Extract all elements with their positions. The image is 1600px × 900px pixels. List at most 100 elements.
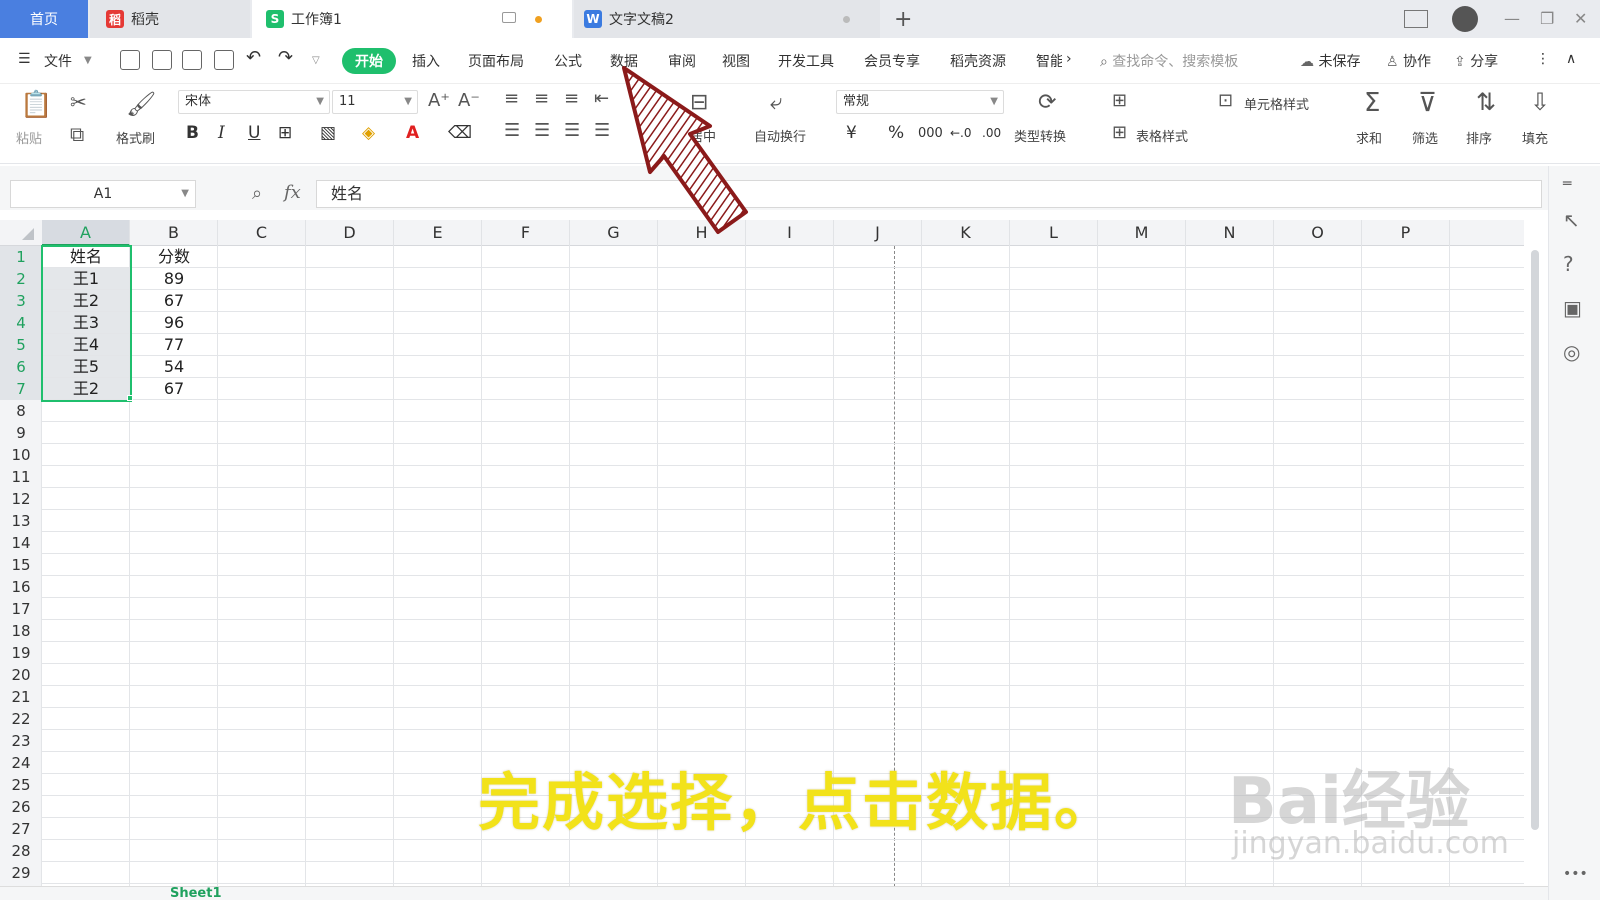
chevron-down-icon[interactable]: ▼ bbox=[84, 55, 92, 66]
tab-document[interactable]: W 文字文稿2 bbox=[574, 0, 880, 38]
align-middle-icon[interactable]: ≡ bbox=[534, 88, 549, 109]
unsaved-status[interactable]: ☁ 未保存 bbox=[1300, 51, 1360, 71]
column-header[interactable]: L bbox=[1010, 220, 1098, 246]
column-header[interactable]: M bbox=[1098, 220, 1186, 246]
restore-icon[interactable]: ❐ bbox=[1540, 9, 1554, 28]
more-icon[interactable]: ⋮ bbox=[1536, 51, 1550, 67]
more-dots-icon[interactable]: ••• bbox=[1563, 866, 1588, 882]
sort-icon[interactable]: ⇅ bbox=[1476, 88, 1496, 116]
row-header[interactable]: 22 bbox=[0, 708, 42, 730]
fill-button[interactable]: 填充 bbox=[1522, 128, 1548, 147]
row-header[interactable]: 17 bbox=[0, 598, 42, 620]
font-color-icon[interactable]: A bbox=[406, 123, 419, 143]
scroll-thumb[interactable] bbox=[1531, 250, 1539, 830]
location-icon[interactable]: ◎ bbox=[1563, 340, 1580, 364]
menu-developer[interactable]: 开发工具 bbox=[778, 51, 834, 71]
menu-insert[interactable]: 插入 bbox=[412, 51, 440, 71]
fx-button[interactable]: fx bbox=[284, 182, 301, 203]
cursor-icon[interactable]: ↖ bbox=[1563, 208, 1580, 232]
decrease-font-icon[interactable]: A⁻ bbox=[458, 90, 480, 111]
row-header[interactable]: 21 bbox=[0, 686, 42, 708]
column-header[interactable]: F bbox=[482, 220, 570, 246]
collab-button[interactable]: ♙ 协作 bbox=[1386, 51, 1431, 71]
row-header[interactable]: 7 bbox=[0, 378, 42, 400]
sum-icon[interactable]: Σ bbox=[1364, 88, 1380, 118]
column-header[interactable]: K bbox=[922, 220, 1010, 246]
currency-button[interactable]: ¥ bbox=[846, 123, 857, 143]
copy-icon[interactable]: ⧉ bbox=[70, 122, 84, 146]
column-header[interactable]: O bbox=[1274, 220, 1362, 246]
undo-icon[interactable]: ↶ bbox=[246, 47, 261, 68]
cell-style-button[interactable]: 单元格样式 bbox=[1244, 94, 1309, 113]
select-all-icon[interactable] bbox=[22, 228, 34, 240]
fill-pattern-icon[interactable]: ▧ bbox=[320, 123, 336, 143]
align-right-icon[interactable]: ☰ bbox=[564, 120, 580, 141]
font-size-select[interactable]: 11 ▼ bbox=[332, 90, 418, 114]
table-style-button[interactable]: 表格样式 bbox=[1136, 126, 1188, 145]
column-header[interactable]: E bbox=[394, 220, 482, 246]
row-header[interactable]: 10 bbox=[0, 444, 42, 466]
menu-start[interactable]: 开始 bbox=[342, 48, 396, 74]
conditional-format-icon[interactable]: ⊞ bbox=[1112, 90, 1127, 111]
minimize-icon[interactable]: — bbox=[1504, 9, 1520, 28]
row-header[interactable]: 23 bbox=[0, 730, 42, 752]
sort-button[interactable]: 排序 bbox=[1466, 128, 1492, 147]
tab-home[interactable]: 首页 bbox=[0, 0, 88, 38]
filter-button[interactable]: 筛选 bbox=[1412, 128, 1438, 147]
row-header[interactable]: 20 bbox=[0, 664, 42, 686]
column-header[interactable]: C bbox=[218, 220, 306, 246]
row-header[interactable]: 3 bbox=[0, 290, 42, 312]
wrap-icon[interactable]: ⤶ bbox=[770, 90, 782, 115]
font-name-select[interactable]: 宋体 ▼ bbox=[178, 90, 330, 114]
customize-icon[interactable]: ▽ bbox=[312, 55, 320, 66]
help-icon[interactable]: ? bbox=[1563, 252, 1574, 276]
zoom-icon[interactable]: ⌕ bbox=[252, 183, 262, 204]
row-header[interactable]: 11 bbox=[0, 466, 42, 488]
row-header[interactable]: 16 bbox=[0, 576, 42, 598]
tab-daoke[interactable]: 稻 稻壳 bbox=[90, 0, 250, 38]
column-header[interactable]: J bbox=[834, 220, 922, 246]
formula-input[interactable]: 姓名 bbox=[316, 180, 1542, 208]
table-style-icon[interactable]: ⊞ bbox=[1112, 122, 1127, 143]
hamburger-icon[interactable]: ☰ bbox=[18, 51, 31, 67]
table-cell[interactable]: 分数 bbox=[130, 246, 218, 268]
fill-icon[interactable]: ⇩ bbox=[1530, 88, 1550, 116]
paste-button[interactable]: 粘贴 bbox=[16, 128, 42, 147]
table-cell[interactable]: 54 bbox=[130, 356, 218, 378]
table-cell[interactable]: 67 bbox=[130, 290, 218, 312]
row-header[interactable]: 4 bbox=[0, 312, 42, 334]
more-tabs-icon[interactable]: › bbox=[1066, 51, 1072, 67]
align-center-icon[interactable]: ☰ bbox=[534, 120, 550, 141]
name-box[interactable]: A1 ▼ bbox=[10, 180, 196, 208]
row-header[interactable]: 13 bbox=[0, 510, 42, 532]
redo-icon[interactable]: ↷ bbox=[278, 47, 293, 68]
export-icon[interactable] bbox=[152, 50, 172, 70]
share-button[interactable]: ⇪ 分享 bbox=[1454, 51, 1498, 71]
row-header[interactable]: 8 bbox=[0, 400, 42, 422]
menu-daoke-resources[interactable]: 稻壳资源 bbox=[950, 51, 1006, 71]
menu-page-layout[interactable]: 页面布局 bbox=[468, 51, 524, 71]
cell-style-icon[interactable]: ⊡ bbox=[1218, 90, 1233, 111]
type-convert-button[interactable]: 类型转换 bbox=[1014, 126, 1066, 145]
paste-icon[interactable]: 📋 bbox=[20, 90, 52, 120]
collapse-ribbon-icon[interactable]: ∧ bbox=[1566, 51, 1576, 67]
border-icon[interactable]: ⊞ bbox=[278, 123, 292, 143]
row-header[interactable]: 15 bbox=[0, 554, 42, 576]
sheet-tab[interactable]: Sheet1 bbox=[170, 886, 222, 900]
column-header[interactable]: N bbox=[1186, 220, 1274, 246]
row-header[interactable]: 24 bbox=[0, 752, 42, 774]
menu-member[interactable]: 会员专享 bbox=[864, 51, 920, 71]
align-top-icon[interactable]: ≡ bbox=[504, 88, 519, 109]
print-preview-icon[interactable] bbox=[214, 50, 234, 70]
row-header[interactable]: 29 bbox=[0, 862, 42, 884]
column-header[interactable]: A bbox=[42, 220, 130, 246]
table-cell[interactable]: 96 bbox=[130, 312, 218, 334]
menu-smart[interactable]: 智能 bbox=[1036, 51, 1062, 71]
row-header[interactable]: 18 bbox=[0, 620, 42, 642]
sum-button[interactable]: 求和 bbox=[1356, 128, 1382, 147]
row-header[interactable]: 19 bbox=[0, 642, 42, 664]
underline-button[interactable]: U bbox=[248, 123, 260, 143]
save-icon[interactable] bbox=[120, 50, 140, 70]
menu-formula[interactable]: 公式 bbox=[554, 51, 582, 71]
row-header[interactable]: 6 bbox=[0, 356, 42, 378]
